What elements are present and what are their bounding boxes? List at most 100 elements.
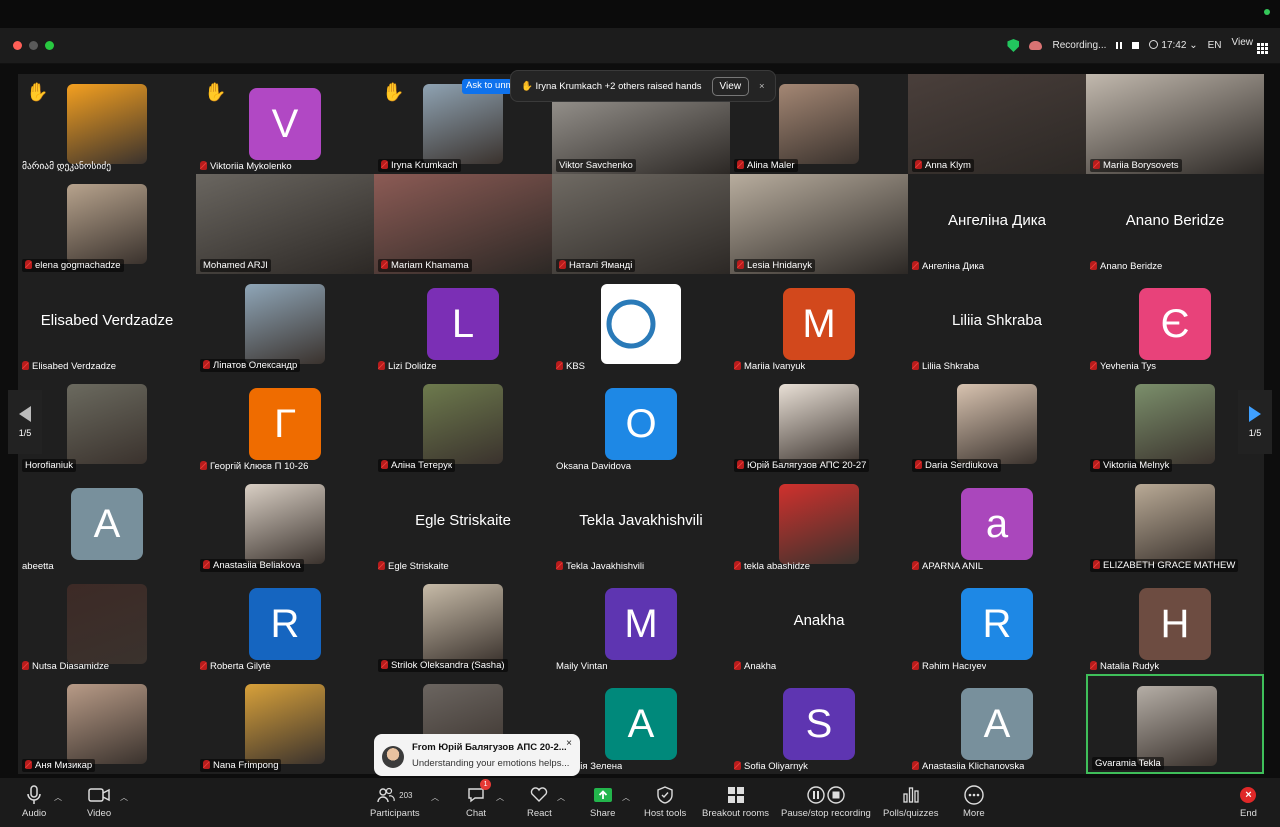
- participant-tile[interactable]: Liliia Shkraba Liliia Shkraba: [908, 274, 1086, 374]
- chat-options-chevron-icon[interactable]: ︿: [496, 792, 504, 803]
- chat-label: Chat: [466, 808, 487, 819]
- participant-initial-avatar: A: [961, 688, 1033, 760]
- participant-tile[interactable]: elena gogmachadze: [18, 174, 196, 274]
- pause-recording-icon[interactable]: [1116, 42, 1123, 49]
- participant-tile[interactable]: V ✋ Viktoriia Mykolenko: [196, 74, 374, 174]
- react-button[interactable]: React: [527, 782, 552, 819]
- participant-tile[interactable]: H Natalia Rudyk: [1086, 574, 1264, 674]
- participants-options-chevron-icon[interactable]: ︿: [431, 792, 439, 803]
- close-notification-icon[interactable]: ×: [759, 81, 765, 92]
- recording-label[interactable]: Recording...: [1052, 40, 1106, 51]
- video-button[interactable]: Video: [87, 782, 111, 819]
- participant-initial-avatar: S: [783, 688, 855, 760]
- participant-tile[interactable]: Anano Beridze Anano Beridze: [1086, 174, 1264, 274]
- participant-tile[interactable]: Аня Мизикар: [18, 674, 196, 774]
- participant-tile[interactable]: Egle Striskaite Egle Striskaite: [374, 474, 552, 574]
- pause-stop-recording-button[interactable]: Pause/stop recording: [781, 782, 871, 819]
- chat-button[interactable]: 1 Chat: [466, 779, 492, 819]
- participant-name-label: Natalia Rudyk: [1090, 661, 1159, 672]
- participant-tile[interactable]: Ліпатов Олександр: [196, 274, 374, 374]
- share-options-chevron-icon[interactable]: ︿: [622, 792, 630, 803]
- participant-tile[interactable]: Lesia Hnidanyk: [730, 174, 908, 274]
- participant-tile[interactable]: R Rəhim Hacıyev: [908, 574, 1086, 674]
- audio-options-chevron-icon[interactable]: ︿: [54, 792, 62, 803]
- participant-name-label: Oksana Davidova: [556, 461, 631, 472]
- breakout-rooms-button[interactable]: Breakout rooms: [702, 782, 769, 819]
- participant-name: Anano Beridze: [1100, 261, 1163, 272]
- close-window-button[interactable]: [13, 41, 22, 50]
- participant-tile[interactable]: Anastasiia Beliakova: [196, 474, 374, 574]
- react-options-chevron-icon[interactable]: ︿: [557, 792, 565, 803]
- participant-tile[interactable]: KBS: [552, 274, 730, 374]
- participant-name: Mohamed ARJI: [203, 260, 268, 271]
- close-toast-icon[interactable]: ×: [566, 738, 572, 749]
- participant-tile[interactable]: Daria Serdiukova: [908, 374, 1086, 474]
- muted-mic-icon: [556, 361, 563, 370]
- meeting-status-bar: Recording... 17:42 ⌄ EN View: [1007, 37, 1268, 54]
- participant-tile[interactable]: R Roberta Gilytė: [196, 574, 374, 674]
- fullscreen-window-button[interactable]: [45, 41, 54, 50]
- participant-tile[interactable]: Gvaramia Tekla: [1086, 674, 1264, 774]
- participant-tile[interactable]: Aabeetta: [18, 474, 196, 574]
- participant-name-label: Anastasiia Klichanovska: [912, 761, 1024, 772]
- participant-tile[interactable]: L Lizi Dolidze: [374, 274, 552, 374]
- video-options-chevron-icon[interactable]: ︿: [120, 792, 128, 803]
- meeting-timer[interactable]: 17:42 ⌄: [1149, 40, 1198, 51]
- muted-mic-icon: [734, 761, 741, 770]
- participant-name: Аліна Тетерук: [391, 460, 453, 471]
- stop-recording-icon[interactable]: [1132, 42, 1140, 49]
- chat-message-toast[interactable]: From Юрій Балягузов АПС 20-2... Understa…: [374, 734, 580, 776]
- participant-tile[interactable]: Mariam Khamama: [374, 174, 552, 274]
- security-shield-icon[interactable]: [1007, 39, 1020, 52]
- muted-mic-icon: [734, 561, 741, 570]
- participant-name: abeetta: [22, 561, 54, 572]
- participants-button[interactable]: 203 Participants: [370, 782, 420, 819]
- participant-tile[interactable]: Tekla Javakhishvili Tekla Javakhishvili: [552, 474, 730, 574]
- participant-tile[interactable]: Ангеліна Дика Ангеліна Дика: [908, 174, 1086, 274]
- participant-tile[interactable]: M Mariia Ivanyuk: [730, 274, 908, 374]
- participant-tile[interactable]: S Sofia Oliyarnyk: [730, 674, 908, 774]
- participant-tile[interactable]: Mohamed ARJI: [196, 174, 374, 274]
- participant-tile[interactable]: O Oksana Davidova: [552, 374, 730, 474]
- participant-name: Nana Frimpong: [213, 760, 279, 771]
- share-screen-button[interactable]: Share: [590, 782, 615, 819]
- next-page-button[interactable]: 1/5: [1238, 390, 1272, 454]
- participant-tile[interactable]: Аліна Тетерук: [374, 374, 552, 474]
- participant-tile[interactable]: Mariia Borysovets: [1086, 74, 1264, 174]
- participant-tile[interactable]: Horofianiuk: [18, 374, 196, 474]
- view-raised-hands-button[interactable]: View: [711, 76, 750, 96]
- more-button[interactable]: More: [963, 782, 985, 819]
- ask-to-unmute-button[interactable]: Ask to unmute: [462, 79, 512, 94]
- previous-page-button[interactable]: 1/5: [8, 390, 42, 454]
- polls-quizzes-button[interactable]: Polls/quizzes: [883, 782, 938, 819]
- participant-tile[interactable]: M Maily Vintan: [552, 574, 730, 674]
- participant-tile[interactable]: tekla abashidze: [730, 474, 908, 574]
- host-tools-button[interactable]: Host tools: [644, 782, 686, 819]
- participant-tile[interactable]: Anakha Anakha: [730, 574, 908, 674]
- shield-icon: [657, 782, 673, 808]
- view-menu[interactable]: View: [1232, 37, 1268, 54]
- participant-tile[interactable]: Юрій Балягузов АПС 20-27: [730, 374, 908, 474]
- participant-tile[interactable]: ELIZABETH GRACE MATHEW: [1086, 474, 1264, 574]
- participant-tile[interactable]: ✋ მარიამ დეკანოსიძე: [18, 74, 196, 174]
- participant-tile[interactable]: Anna Klym: [908, 74, 1086, 174]
- participant-name: Roberta Gilytė: [210, 661, 271, 672]
- participant-tile[interactable]: Є Yevhenia Tys: [1086, 274, 1264, 374]
- participant-tile[interactable]: Elisabed Verdzadze Elisabed Verdzadze: [18, 274, 196, 374]
- participant-tile[interactable]: Nana Frimpong: [196, 674, 374, 774]
- camera-icon: [88, 782, 110, 808]
- participant-tile[interactable]: A Anastasiia Klichanovska: [908, 674, 1086, 774]
- participant-name: APARNA ANIL: [922, 561, 984, 572]
- participant-name-label: Sofia Oliyarnyk: [734, 761, 808, 772]
- participant-tile[interactable]: Г Георгій Клюєв П 10-26: [196, 374, 374, 474]
- end-meeting-button[interactable]: × End: [1240, 782, 1257, 819]
- minimize-window-button[interactable]: [29, 41, 38, 50]
- participant-tile[interactable]: Strilok Oleksandra (Sasha): [374, 574, 552, 674]
- language-label[interactable]: EN: [1208, 40, 1222, 51]
- audio-button[interactable]: Audio: [22, 782, 46, 819]
- muted-mic-icon: [1090, 261, 1097, 270]
- page-indicator-right: 1/5: [1248, 428, 1262, 438]
- participant-tile[interactable]: Nutsa Diasamidze: [18, 574, 196, 674]
- participant-tile[interactable]: a APARNA ANIL: [908, 474, 1086, 574]
- participant-tile[interactable]: Наталі Яманді: [552, 174, 730, 274]
